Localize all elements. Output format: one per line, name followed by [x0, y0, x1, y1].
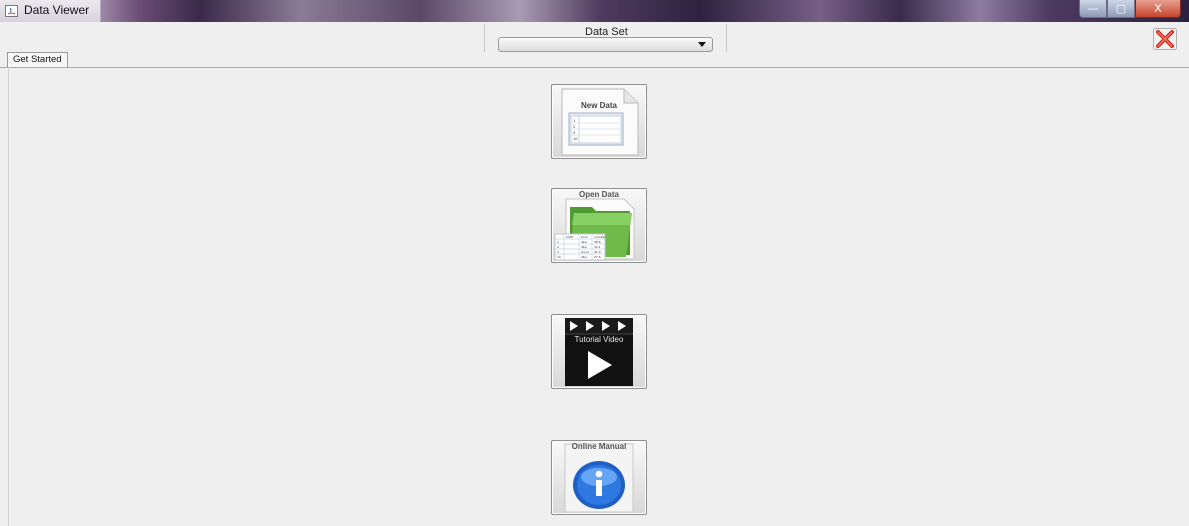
- tab-strip: [0, 54, 1189, 68]
- chevron-down-icon: [698, 42, 706, 47]
- dataset-dropdown[interactable]: [498, 37, 713, 52]
- window-title: Data Viewer: [24, 3, 90, 17]
- info-icon: [564, 443, 634, 513]
- online-manual-button[interactable]: Online Manual: [551, 440, 647, 515]
- open-data-label: Open Data: [578, 190, 619, 199]
- table-cell: 4ba: [581, 240, 587, 244]
- window-controls: — ▢ X: [1079, 0, 1181, 18]
- table-header: COM: [566, 235, 573, 239]
- table-cell: 41.0: [594, 250, 601, 254]
- minimize-button[interactable]: —: [1079, 0, 1107, 18]
- table-cell: 27.5: [594, 255, 601, 259]
- maximize-icon: ▢: [1115, 2, 1127, 15]
- close-window-button[interactable]: X: [1135, 0, 1181, 18]
- table-cell: 2: [557, 245, 559, 249]
- row-number: 3: [573, 131, 575, 135]
- maximize-button[interactable]: ▢: [1107, 0, 1135, 18]
- new-document-icon: 1 2 3 10: [561, 88, 639, 156]
- new-data-button[interactable]: 1 2 3 10 New Data: [551, 84, 647, 159]
- new-data-label: New Data: [580, 101, 617, 110]
- table-cell: Good: [581, 250, 589, 254]
- table-cell: 4ba: [581, 245, 587, 249]
- java-app-icon: [5, 5, 18, 17]
- title-area: Data Viewer: [0, 0, 101, 22]
- toolbar-separator: [726, 24, 727, 52]
- table-cell: 10: [557, 255, 561, 259]
- clapperboard-icon: [565, 318, 633, 386]
- toolbar-separator: [484, 24, 485, 52]
- tutorial-video-button[interactable]: Tutorial Video: [551, 314, 647, 389]
- table-cell: 4ba: [581, 255, 587, 259]
- tab-get-started[interactable]: Get Started: [7, 52, 68, 67]
- close-icon: X: [1154, 2, 1162, 15]
- minimize-icon: —: [1087, 2, 1099, 15]
- row-number: 10: [573, 137, 577, 141]
- table-cell: 38.6: [594, 240, 601, 244]
- table-header: bom: [581, 235, 588, 239]
- table-header: number: [594, 235, 606, 239]
- title-bar[interactable]: Data Viewer — ▢ X: [0, 0, 1189, 22]
- open-folder-icon: COM bom number 1 4ba 38.6 2 4ba 32.1 3 G…: [554, 198, 635, 261]
- row-number: 1: [573, 119, 575, 123]
- table-cell: 3: [557, 250, 559, 254]
- tutorial-video-label: Tutorial Video: [574, 335, 624, 344]
- open-data-button[interactable]: COM bom number 1 4ba 38.6 2 4ba 32.1 3 G…: [551, 188, 647, 263]
- row-number: 2: [573, 125, 575, 129]
- table-cell: 32.1: [594, 245, 601, 249]
- table-cell: 1: [557, 240, 559, 244]
- online-manual-label: Online Manual: [571, 442, 627, 451]
- fullscreen-close-button[interactable]: [1153, 28, 1177, 50]
